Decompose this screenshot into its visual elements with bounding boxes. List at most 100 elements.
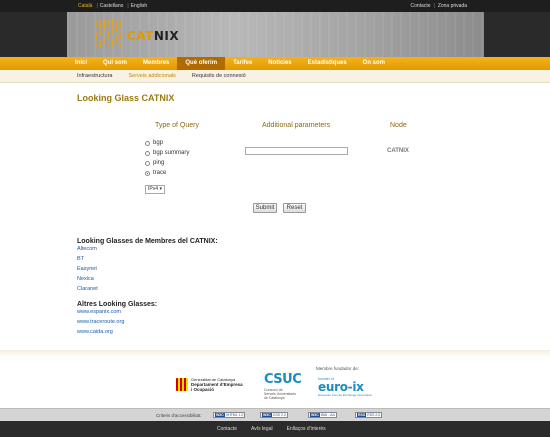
lang-catala[interactable]: Català <box>78 3 92 9</box>
banner-image: CATNIX <box>67 12 484 57</box>
logo-dot <box>95 36 98 39</box>
query-option-bgp-summary[interactable]: bgp summary <box>145 148 189 158</box>
column-header-params: Additional parameters <box>262 122 331 129</box>
founder-label: Membre fundador de: <box>316 366 360 371</box>
nav-estadistiques[interactable]: Estadístiques <box>300 57 355 70</box>
logo-dot <box>111 24 114 27</box>
footer-link-contacte[interactable]: Contacte <box>217 426 237 432</box>
xhtml-badge[interactable]: W3C XHTML 1.0 <box>213 412 246 418</box>
nav-noticies[interactable]: Notícies <box>260 57 299 70</box>
css-badge[interactable]: W3C CSS 2.0 <box>260 412 288 418</box>
rss-badge[interactable]: RSS RSS 2.0 <box>355 412 383 418</box>
logo-dot <box>111 20 114 23</box>
catnix-logo[interactable]: CATNIX <box>127 29 179 43</box>
lang-castellano[interactable]: Castellano <box>100 3 124 9</box>
logo-dot <box>95 44 98 47</box>
logo-dot <box>111 40 114 43</box>
radio-bgp-summary[interactable] <box>145 150 150 156</box>
node-name: CATNIX <box>387 148 409 154</box>
language-switcher: Català | Castellano | English <box>78 3 149 9</box>
radio-bgp[interactable] <box>145 140 150 146</box>
query-type-group: bgp bgp summary ping trace <box>145 138 189 178</box>
member-link-nexica[interactable]: Nexica <box>77 274 98 284</box>
radio-trace[interactable] <box>145 170 150 176</box>
logo-dot <box>99 32 102 35</box>
additional-params-input[interactable] <box>245 147 348 155</box>
members-section-title: Looking Glasses de Membres del CATNIX: <box>77 238 218 245</box>
footer-link-enllacos[interactable]: Enllaços d'interès <box>287 426 326 432</box>
member-link-easynet[interactable]: Easynet <box>77 264 98 274</box>
nav-qui-som[interactable]: Qui som <box>95 57 135 70</box>
member-link-bt[interactable]: BT <box>77 254 98 264</box>
reset-button[interactable]: Reset <box>283 203 306 213</box>
radio-label: bgp summary <box>153 150 190 156</box>
logo-dot <box>99 20 102 23</box>
accessibility-label: Criteris d'accessibilitat: <box>156 413 202 418</box>
badge-org: W3C <box>262 413 272 417</box>
euroix-logo[interactable]: founder of euro-ix European Internet Exc… <box>318 377 372 397</box>
csuc-logo[interactable]: CSUC Consorci de Serveis Universitaris d… <box>264 372 302 400</box>
sub-nav: Infraestructura Serveis addicionals Requ… <box>0 70 550 83</box>
logo-dot <box>103 28 106 31</box>
logo-dot <box>115 28 118 31</box>
csuc-sub-line: de Catalunya <box>264 396 285 400</box>
query-option-ping[interactable]: ping <box>145 158 189 168</box>
accessibility-bar: Criteris d'accessibilitat: W3C XHTML 1.0 … <box>0 408 550 421</box>
subnav-infraestructura[interactable]: Infraestructura <box>77 70 112 83</box>
logo-dot <box>119 24 122 27</box>
separator: | <box>96 3 98 9</box>
logo-dot <box>115 20 118 23</box>
other-link-traceroute[interactable]: www.traceroute.org <box>77 317 124 327</box>
logo-dot <box>111 28 114 31</box>
query-option-bgp[interactable]: bgp <box>145 138 189 148</box>
ip-version-value: IPv4 <box>148 186 159 192</box>
main-nav: Inici Qui som Membres Què oferim Tarifes… <box>0 57 550 70</box>
badge-org: W3C <box>215 413 225 417</box>
footer-divider <box>0 350 550 358</box>
ip-version-select[interactable]: IPv4 ▾ <box>145 185 165 194</box>
logo-dot <box>107 44 110 47</box>
badge-org: RSS <box>357 413 367 417</box>
catalan-flag-icon <box>176 378 188 391</box>
gen-line: i Ocupació <box>191 387 215 392</box>
subnav-requisits[interactable]: Requisits de connexió <box>192 70 246 83</box>
other-link-espanix[interactable]: www.espanix.com <box>77 307 124 317</box>
other-link-caida[interactable]: www.caida.org <box>77 327 124 337</box>
logo-dot <box>119 36 122 39</box>
logo-dot <box>107 20 110 23</box>
utility-links: Contacte | Zona privada <box>410 3 467 9</box>
footer-link-avis-legal[interactable]: Avís legal <box>251 426 273 432</box>
other-links: www.espanix.com www.traceroute.org www.c… <box>77 307 124 337</box>
catnix-logo-icon[interactable] <box>95 20 125 50</box>
subnav-serveis-addicionals[interactable]: Serveis addicionals <box>128 70 175 83</box>
nav-que-oferim[interactable]: Què oferim <box>177 57 226 70</box>
nav-tarifes[interactable]: Tarifes <box>225 57 260 70</box>
logo-dot <box>107 36 110 39</box>
contact-link[interactable]: Contacte <box>410 3 430 9</box>
logo-dot <box>99 28 102 31</box>
nav-on-som[interactable]: On som <box>355 57 393 70</box>
member-link-altecom[interactable]: Altecom <box>77 244 98 254</box>
radio-ping[interactable] <box>145 160 150 166</box>
submit-button[interactable]: Submit <box>253 203 277 213</box>
csuc-subtitle: Consorci de Serveis Universitaris de Cat… <box>264 388 301 400</box>
separator: | <box>127 3 129 9</box>
member-link-claranet[interactable]: Claranet <box>77 284 98 294</box>
logo-prefix: CAT <box>127 29 154 43</box>
wai-badge[interactable]: W3C WAI - AA <box>308 412 337 418</box>
chevron-down-icon: ▾ <box>159 186 162 192</box>
query-option-trace[interactable]: trace <box>145 168 189 178</box>
page-title: Looking Glass CATNIX <box>77 93 175 103</box>
logo-dot <box>119 44 122 47</box>
members-links: Altecom BT Easynet Nexica Claranet <box>77 244 98 294</box>
nav-membres[interactable]: Membres <box>135 57 177 70</box>
private-area-link[interactable]: Zona privada <box>438 3 467 9</box>
badge-org: W3C <box>310 413 320 417</box>
logo-suffix: NIX <box>153 29 180 43</box>
lang-english[interactable]: English <box>131 3 147 9</box>
logo-dot <box>99 40 102 43</box>
logo-dot <box>95 32 98 35</box>
bottom-bar: Contacte Avís legal Enllaços d'interès <box>0 421 550 437</box>
nav-inici[interactable]: Inici <box>67 57 95 70</box>
generalitat-logo[interactable]: Generalitat de Catalunya Departament d'E… <box>176 377 243 392</box>
